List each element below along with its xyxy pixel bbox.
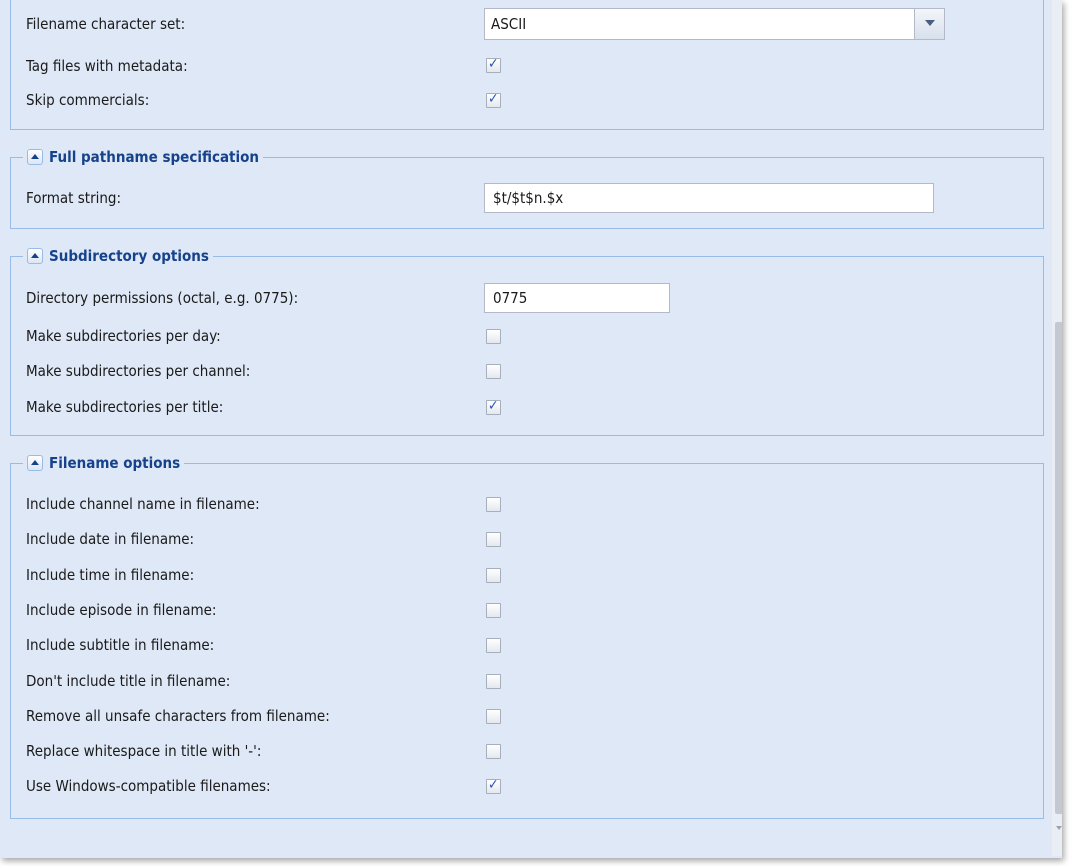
- subdirectory-legend-title: Subdirectory options: [49, 247, 209, 265]
- subdir-per-channel-label: Make subdirectories per channel:: [26, 362, 251, 380]
- filename-option-label: Include channel name in filename:: [26, 495, 260, 513]
- filename-option-checkbox[interactable]: [486, 497, 501, 512]
- pathname-legend: Full pathname specification: [23, 147, 264, 167]
- filename-option-label: Include subtitle in filename:: [26, 636, 215, 654]
- filename-option-label: Include time in filename:: [26, 566, 195, 584]
- format-string-label: Format string:: [26, 189, 122, 207]
- filename-option-checkbox[interactable]: [486, 744, 501, 759]
- subdir-per-day-checkbox[interactable]: [486, 329, 501, 344]
- tag-files-checkbox[interactable]: [486, 56, 501, 73]
- skip-commercials-label: Skip commercials:: [26, 91, 150, 109]
- filename-legend-title: Filename options: [49, 454, 181, 472]
- filename-option-checkbox[interactable]: [486, 709, 501, 724]
- filename-option-label: Include date in filename:: [26, 530, 195, 548]
- filename-option-checkbox[interactable]: [486, 568, 501, 583]
- chevron-up-icon[interactable]: [27, 248, 43, 264]
- filename-option-label: Include episode in filename:: [26, 601, 217, 619]
- scroll-down-icon[interactable]: [1056, 826, 1062, 830]
- tag-files-label: Tag files with metadata:: [26, 57, 188, 75]
- subdir-per-title-label: Make subdirectories per title:: [26, 398, 224, 416]
- pathname-legend-title: Full pathname specification: [49, 148, 260, 166]
- charset-value: ASCII: [491, 15, 527, 33]
- filename-option-label: Remove all unsafe characters from filena…: [26, 707, 330, 725]
- dir-permissions-label: Directory permissions (octal, e.g. 0775)…: [26, 289, 299, 307]
- chevron-up-icon[interactable]: [27, 455, 43, 471]
- subdir-per-title-checkbox[interactable]: [486, 398, 501, 415]
- filename-legend: Filename options: [23, 453, 185, 473]
- subdirectory-legend: Subdirectory options: [23, 246, 213, 266]
- filename-option-checkbox[interactable]: [486, 777, 501, 794]
- scrollbar-thumb[interactable]: [1055, 322, 1062, 814]
- skip-commercials-checkbox[interactable]: [486, 91, 501, 108]
- filename-option-checkbox[interactable]: [486, 674, 501, 689]
- dir-permissions-input[interactable]: 0775: [484, 283, 670, 313]
- subdir-per-day-label: Make subdirectories per day:: [26, 327, 221, 345]
- filename-option-label: Use Windows-compatible filenames:: [26, 777, 271, 795]
- format-string-input[interactable]: $t/$t$n.$x: [484, 183, 934, 213]
- chevron-down-icon[interactable]: [914, 9, 944, 39]
- subdir-per-channel-checkbox[interactable]: [486, 364, 501, 379]
- charset-label: Filename character set:: [26, 15, 186, 33]
- filename-option-label: Replace whitespace in title with '-':: [26, 742, 262, 760]
- filename-option-checkbox[interactable]: [486, 603, 501, 618]
- filename-option-checkbox[interactable]: [486, 532, 501, 547]
- chevron-up-icon[interactable]: [27, 149, 43, 165]
- charset-select[interactable]: ASCII: [484, 8, 945, 40]
- filename-option-label: Don't include title in filename:: [26, 672, 231, 690]
- filename-option-checkbox[interactable]: [486, 638, 501, 653]
- settings-panel: Filename character set: ASCII Tag files …: [0, 0, 1062, 858]
- vertical-scrollbar[interactable]: [1052, 0, 1062, 856]
